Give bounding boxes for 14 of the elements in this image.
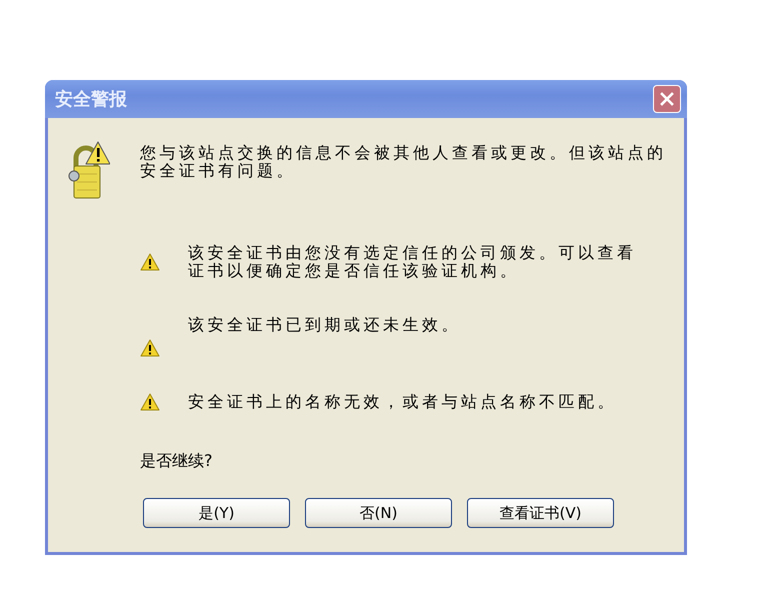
message-text: 您与该站点交换的信息不会被其他人查看或更改。但该站点的安全证书有问题。 — [140, 144, 668, 182]
warning-text: 安全证书上的名称无效，或者与站点名称不匹配。 — [188, 393, 618, 411]
warning-text: 该安全证书由您没有选定信任的公司颁发。可以查看证书以便确定您是否信任该验证机构。 — [188, 244, 638, 280]
warning-icon — [140, 339, 160, 357]
warning-icon — [140, 253, 160, 271]
warning-icon — [140, 393, 160, 411]
dialog-button[interactable]: 否(N) — [305, 498, 452, 528]
dialog-button[interactable]: 是(Y) — [143, 498, 290, 528]
warning-text: 该安全证书已到期或还未生效。 — [188, 316, 462, 334]
question-text: 是否继续? — [140, 451, 214, 472]
close-button[interactable] — [653, 85, 681, 113]
window-title: 安全警报 — [55, 88, 127, 111]
dialog-button[interactable]: 查看证书(V) — [467, 498, 614, 528]
close-icon — [660, 92, 674, 106]
